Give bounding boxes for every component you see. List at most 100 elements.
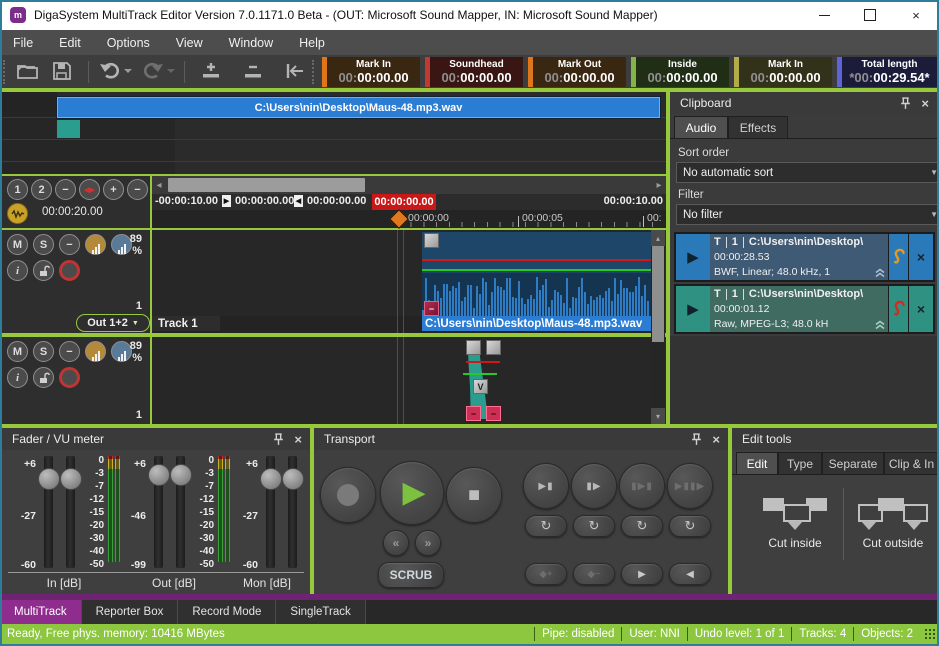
clip-red-level-line[interactable] (422, 259, 651, 261)
clip-red-level-line[interactable] (466, 361, 500, 363)
track2-record-arm-button[interactable] (59, 367, 80, 388)
clip-green-level-line[interactable] (422, 269, 651, 271)
zoom-out-circle-button[interactable]: − (127, 179, 148, 200)
fader-knob[interactable] (38, 468, 60, 490)
play-between-marks-button[interactable]: ▮▶▮ (619, 463, 665, 509)
overview-clip-track2[interactable] (57, 120, 80, 138)
track2-lane[interactable]: V − − (152, 337, 651, 424)
play-button[interactable]: ▶ (380, 461, 444, 525)
pin-icon[interactable] (900, 97, 911, 110)
menu-window[interactable]: Window (216, 30, 286, 55)
zoom-preset-1-button[interactable]: 1 (7, 179, 28, 200)
play-to-mark-button[interactable]: ▶▮ (523, 463, 569, 509)
track1-record-arm-button[interactable] (59, 260, 80, 281)
close-panel-icon[interactable]: × (294, 432, 302, 447)
pin-icon[interactable] (273, 433, 284, 446)
clipboard-tab-effects[interactable]: Effects (728, 116, 788, 139)
clip-delete-button[interactable]: × (908, 234, 933, 280)
remove-marker-button[interactable]: ◆− (573, 563, 615, 585)
fader-knob[interactable] (170, 464, 192, 486)
tab-singletrack[interactable]: SingleTrack (276, 600, 365, 624)
record-button[interactable] (320, 467, 376, 523)
clip-volume-handle[interactable]: V (473, 379, 488, 394)
play-from-mark-button[interactable]: ▮▶ (571, 463, 617, 509)
playhead-line[interactable] (397, 337, 404, 424)
fader-knob[interactable] (282, 468, 304, 490)
clipboard-item-2[interactable]: ▶ T 1 C:\Users\nin\Desktop\ 00:00:01.12 … (674, 284, 935, 334)
clip-marker-handle[interactable]: − (466, 406, 481, 421)
zoom-to-selection-button[interactable]: ◀▶ (79, 179, 100, 200)
tab-reporter-box[interactable]: Reporter Box (82, 600, 179, 624)
track2-meter-orange-button[interactable] (85, 341, 106, 362)
zoom-in-circle-button[interactable]: + (103, 179, 124, 200)
fader-knob[interactable] (148, 464, 170, 486)
track1-lock-button[interactable] (33, 260, 54, 281)
horizontal-scrollbar-thumb[interactable] (168, 178, 365, 192)
cut-outside-button[interactable]: Cut outside (858, 496, 928, 556)
nudge-back-button[interactable]: « (383, 530, 409, 556)
play-around-mark-button[interactable]: ▶▮▮▶ (667, 463, 713, 509)
toolbar-grip[interactable] (3, 60, 7, 84)
clip-green-level-line[interactable] (463, 373, 497, 375)
scroll-left-arrow[interactable]: ◂ (152, 176, 166, 194)
project-overview[interactable]: C:\Users\nin\Desktop\Maus-48.mp3.wav (2, 92, 666, 174)
mark-in-flag-icon[interactable]: ▶ (222, 195, 231, 207)
tab-record-mode[interactable]: Record Mode (178, 600, 276, 624)
fader-knob[interactable] (260, 468, 282, 490)
close-button[interactable]: × (893, 0, 939, 30)
minimize-button[interactable] (801, 0, 847, 30)
track2-minimize-button[interactable]: − (59, 341, 80, 362)
track1-minimize-button[interactable]: − (59, 234, 80, 255)
stop-button[interactable]: ■ (446, 467, 502, 523)
tab-multitrack[interactable]: MultiTrack (0, 600, 82, 624)
edit-tools-tab-type[interactable]: Type (778, 452, 822, 475)
pin-icon[interactable] (691, 433, 702, 446)
horizontal-scrollbar[interactable]: ◂ ▸ (152, 176, 666, 194)
edit-tools-tab-clip[interactable]: Clip & In (884, 452, 939, 475)
clipboard-tab-audio[interactable]: Audio (674, 116, 728, 139)
zoom-in-button[interactable] (198, 61, 224, 81)
clip-play-button[interactable]: ▶ (676, 234, 710, 280)
track1-mute-button[interactable]: M (7, 234, 28, 255)
maximize-button[interactable] (847, 0, 893, 30)
loop-button-1[interactable]: ↻ (525, 515, 567, 537)
clip-gain-handle[interactable]: − (424, 301, 439, 316)
clip-fade-handle[interactable] (486, 340, 501, 355)
add-marker-button[interactable]: ◆+ (525, 563, 567, 585)
clip-prelisten-button[interactable] (888, 286, 908, 332)
zoom-preset-2-button[interactable]: 2 (31, 179, 52, 200)
collapse-chevrons-icon[interactable] (874, 320, 886, 330)
nudge-forward-button[interactable]: » (415, 530, 441, 556)
fader-knob[interactable] (60, 468, 82, 490)
track1-lane[interactable]: − Track 1 C:\Users\nin\Desktop\Maus-48.m… (152, 230, 651, 333)
track1-audio-clip[interactable]: − (422, 232, 651, 316)
menu-view[interactable]: View (163, 30, 216, 55)
clip-prelisten-button[interactable] (888, 234, 908, 280)
zoom-minus-button[interactable]: − (55, 179, 76, 200)
close-panel-icon[interactable]: × (712, 432, 720, 447)
scroll-down-arrow[interactable]: ▾ (651, 408, 665, 424)
waveform-zoom-button[interactable] (7, 203, 28, 224)
save-button[interactable] (52, 61, 72, 81)
ruler-ticks-row[interactable]: 00:00:00 00:00:05 00: (152, 210, 666, 228)
next-marker-button[interactable]: ▶ (621, 563, 663, 585)
clip-play-button[interactable]: ▶ (676, 286, 710, 332)
cut-inside-button[interactable]: Cut inside (763, 496, 827, 556)
menu-edit[interactable]: Edit (46, 30, 94, 55)
track2-solo-button[interactable]: S (33, 341, 54, 362)
filter-select[interactable]: No filter ▼ (676, 204, 939, 225)
go-to-start-button[interactable] (284, 61, 306, 81)
clip-marker-handle[interactable]: − (486, 406, 501, 421)
track1-clip-title[interactable]: C:\Users\nin\Desktop\Maus-48.mp3.wav (422, 316, 651, 331)
clipboard-item-1[interactable]: ▶ T 1 C:\Users\nin\Desktop\ 00:00:28.53 … (674, 232, 935, 282)
sort-order-select[interactable]: No automatic sort ▼ (676, 162, 939, 183)
track1-name-tab[interactable]: Track 1 (152, 316, 220, 331)
loop-button-3[interactable]: ↻ (621, 515, 663, 537)
menu-options[interactable]: Options (94, 30, 163, 55)
edit-tools-tab-edit[interactable]: Edit (736, 452, 778, 475)
undo-dropdown-caret[interactable] (124, 69, 132, 73)
track2-info-button[interactable]: i (7, 367, 28, 388)
scroll-up-arrow[interactable]: ▴ (651, 230, 665, 246)
undo-button[interactable] (99, 61, 132, 81)
resize-grip[interactable] (924, 628, 936, 640)
